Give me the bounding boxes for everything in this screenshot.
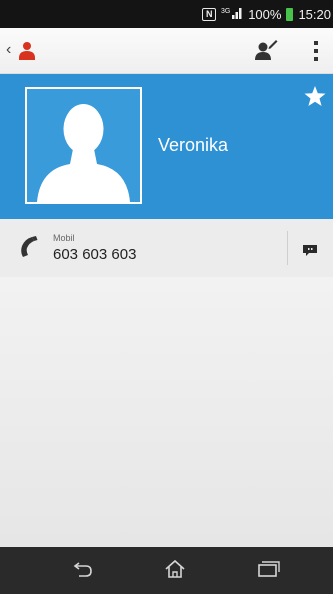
content-area [0, 277, 333, 547]
recents-icon[interactable] [258, 561, 280, 582]
battery-percent: 100% [248, 6, 282, 22]
contacts-app-icon[interactable] [16, 39, 38, 66]
message-icon[interactable] [303, 244, 317, 262]
signal-icon: 3G [221, 6, 243, 22]
contact-header: Veronika [0, 74, 333, 219]
status-icons: N 3G 100% 15:20 [197, 0, 331, 28]
phone-number[interactable]: 603 603 603 [53, 246, 136, 263]
clock: 15:20 [298, 6, 331, 22]
navigation-bar [0, 547, 333, 594]
divider [287, 231, 288, 265]
home-icon[interactable] [164, 559, 186, 584]
avatar-placeholder-icon [37, 104, 130, 202]
contact-photo[interactable] [25, 87, 142, 204]
overflow-menu-icon[interactable] [314, 41, 318, 61]
svg-text:3G: 3G [221, 8, 230, 15]
add-contact-icon[interactable] [254, 39, 278, 66]
contact-name: Veronika [158, 135, 229, 155]
nfc-icon: N [202, 7, 217, 21]
favorite-star-icon[interactable] [303, 85, 327, 113]
battery-icon [286, 7, 294, 21]
back-icon[interactable]: ‹ [6, 41, 11, 59]
phone-call-icon[interactable] [19, 236, 41, 263]
action-bar: ‹ [0, 28, 333, 74]
back-icon[interactable] [73, 562, 93, 583]
status-bar: N 3G 100% 15:20 [0, 0, 333, 28]
phone-number-row[interactable]: Mobil 603 603 603 [0, 220, 333, 277]
phone-type-label: Mobil [53, 233, 75, 243]
